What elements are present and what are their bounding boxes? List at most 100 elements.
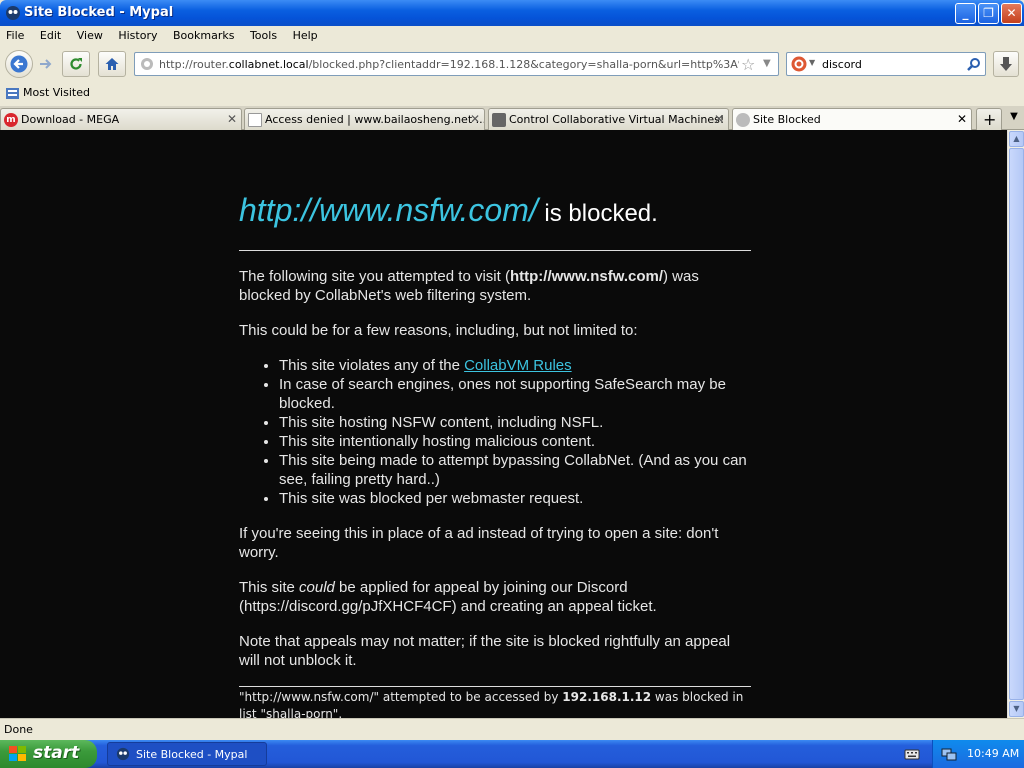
status-text: Done <box>4 723 33 736</box>
bookmarks-folder-icon <box>6 88 19 99</box>
taskbar: start Site Blocked - Mypal 10:49 AM <box>0 740 1024 768</box>
start-button[interactable]: start <box>0 740 97 768</box>
back-button[interactable] <box>5 50 33 78</box>
taskbar-window-button[interactable]: Site Blocked - Mypal <box>107 742 267 766</box>
tab-collabvm[interactable]: Control Collaborative Virtual Machines! … <box>488 108 729 131</box>
list-item: This site violates any of the CollabVM R… <box>279 356 751 375</box>
heading-suffix: is blocked. <box>537 200 658 227</box>
list-item: This site intentionally hosting maliciou… <box>279 432 751 451</box>
new-tab-button[interactable]: + <box>976 108 1002 131</box>
tab-access-denied[interactable]: Access denied | www.bailaosheng.net ... … <box>244 108 485 131</box>
page-title: http://www.nsfw.com/ is blocked. <box>239 192 751 232</box>
plus-icon: + <box>983 110 997 129</box>
intro-text-a: The following site you attempted to visi… <box>239 268 510 285</box>
window-title: Site Blocked - Mypal <box>24 5 174 20</box>
search-icon[interactable] <box>967 57 981 71</box>
reasons-intro: This could be for a few reasons, includi… <box>239 322 638 339</box>
close-icon[interactable]: ✕ <box>957 112 967 126</box>
collabvm-rules-link[interactable]: CollabVM Rules <box>464 357 572 374</box>
search-input[interactable]: discord <box>822 58 862 71</box>
scroll-up-button[interactable]: ▲ <box>1009 131 1024 147</box>
clock[interactable]: 10:49 AM <box>967 747 1019 760</box>
appeal-note: Note that appeals may not matter; if the… <box>239 633 731 669</box>
tab-download-mega[interactable]: m Download - MEGA ✕ <box>0 108 242 131</box>
appeal-emphasis: could <box>299 579 335 596</box>
list-item: This site hosting NSFW content, includin… <box>279 413 751 432</box>
windows-logo-icon <box>9 746 26 761</box>
menu-bookmarks[interactable]: Bookmarks <box>167 26 240 46</box>
url-domain: collabnet.local <box>228 58 309 71</box>
blocked-url-heading: http://www.nsfw.com/ <box>239 192 538 228</box>
ad-note: If you're seeing this in place of a ad i… <box>239 525 719 561</box>
title-bar[interactable]: Site Blocked - Mypal _ ❐ ✕ <box>0 0 1024 26</box>
home-button[interactable] <box>98 51 126 77</box>
scrollbar-thumb[interactable] <box>1009 148 1024 700</box>
close-icon[interactable]: ✕ <box>714 112 724 126</box>
minimize-button[interactable]: _ <box>955 3 976 24</box>
menu-help[interactable]: Help <box>287 26 324 46</box>
close-button[interactable]: ✕ <box>1001 3 1022 24</box>
menu-edit[interactable]: Edit <box>34 26 67 46</box>
appeal-text-a: This site <box>239 579 300 596</box>
tab-list-button[interactable]: ▼ <box>1006 111 1022 122</box>
reasons-list: This site violates any of the CollabVM R… <box>264 356 751 508</box>
reload-button[interactable] <box>62 51 90 77</box>
bookmark-star-icon[interactable]: ☆ <box>741 55 755 74</box>
network-icon[interactable] <box>941 746 957 762</box>
search-engine-dropdown-icon[interactable]: ▼ <box>809 58 815 67</box>
search-engine-icon[interactable] <box>791 56 807 72</box>
mega-favicon-icon: m <box>4 113 18 127</box>
most-visited-bookmark[interactable]: Most Visited <box>4 86 90 99</box>
globe-favicon-icon <box>736 113 750 127</box>
block-footer: "http://www.nsfw.com/" attempted to be a… <box>239 686 751 718</box>
url-path: /blocked.php?clientaddr=192.168.1.128&ca… <box>308 58 739 71</box>
browser-window: Site Blocked - Mypal _ ❐ ✕ File Edit Vie… <box>0 0 1024 740</box>
download-arrow-icon <box>1000 57 1012 71</box>
menu-bar: File Edit View History Bookmarks Tools H… <box>0 26 1024 46</box>
scroll-down-button[interactable]: ▼ <box>1009 701 1024 717</box>
menu-history[interactable]: History <box>112 26 163 46</box>
menu-tools[interactable]: Tools <box>244 26 283 46</box>
site-identity-globe-icon <box>141 58 153 70</box>
blocked-site: http://www.nsfw.com/ <box>509 268 664 285</box>
list-item: This site being made to attempt bypassin… <box>279 451 751 489</box>
client-ip: 192.168.1.12 <box>562 690 652 704</box>
close-icon[interactable]: ✕ <box>470 112 480 126</box>
keyboard-icon[interactable] <box>904 746 920 762</box>
intro-paragraph: The following site you attempted to visi… <box>239 267 751 305</box>
url-text[interactable]: http://router.collabnet.local/blocked.ph… <box>159 58 739 71</box>
mypal-app-icon <box>6 6 20 20</box>
divider <box>239 250 751 251</box>
tab-label: Access denied | www.bailaosheng.net ... <box>265 113 485 126</box>
vertical-scrollbar[interactable]: ▲ ▼ <box>1007 130 1024 718</box>
taskbar-item-label: Site Blocked - Mypal <box>136 748 248 761</box>
list-item: This site was blocked per webmaster requ… <box>279 489 751 508</box>
menu-file[interactable]: File <box>0 26 30 46</box>
back-arrow-icon <box>10 55 28 73</box>
footer-text-a: "http://www.nsfw.com/" attempted to be a… <box>239 690 563 704</box>
appeal-paragraph: This site could be applied for appeal by… <box>239 578 751 616</box>
system-tray: 10:49 AM <box>932 740 1024 768</box>
downloads-button[interactable] <box>993 51 1019 77</box>
tab-site-blocked[interactable]: Site Blocked ✕ <box>732 108 972 132</box>
most-visited-label: Most Visited <box>23 86 90 99</box>
blocked-notice: http://www.nsfw.com/ is blocked. The fol… <box>239 130 751 718</box>
status-bar: Done <box>0 718 1024 740</box>
close-icon[interactable]: ✕ <box>227 112 237 126</box>
url-dropdown-icon[interactable]: ▼ <box>763 58 771 69</box>
page-favicon-icon <box>248 113 262 127</box>
menu-view[interactable]: View <box>71 26 109 46</box>
forward-button[interactable] <box>34 51 56 77</box>
url-prefix: http://router. <box>159 58 229 71</box>
search-bar[interactable]: ▼ discord <box>786 52 986 76</box>
collabvm-favicon-icon <box>492 113 506 127</box>
reason-text: This site violates any of the <box>279 357 465 374</box>
tab-label: Control Collaborative Virtual Machines! <box>509 113 725 126</box>
forward-arrow-icon <box>40 59 52 69</box>
tab-strip: m Download - MEGA ✕ Access denied | www.… <box>0 106 1024 132</box>
tab-label: Download - MEGA <box>21 113 120 126</box>
tab-label: Site Blocked <box>753 113 821 126</box>
start-label: start <box>33 743 80 763</box>
maximize-button[interactable]: ❐ <box>978 3 999 24</box>
url-bar[interactable]: http://router.collabnet.local/blocked.ph… <box>134 52 779 76</box>
